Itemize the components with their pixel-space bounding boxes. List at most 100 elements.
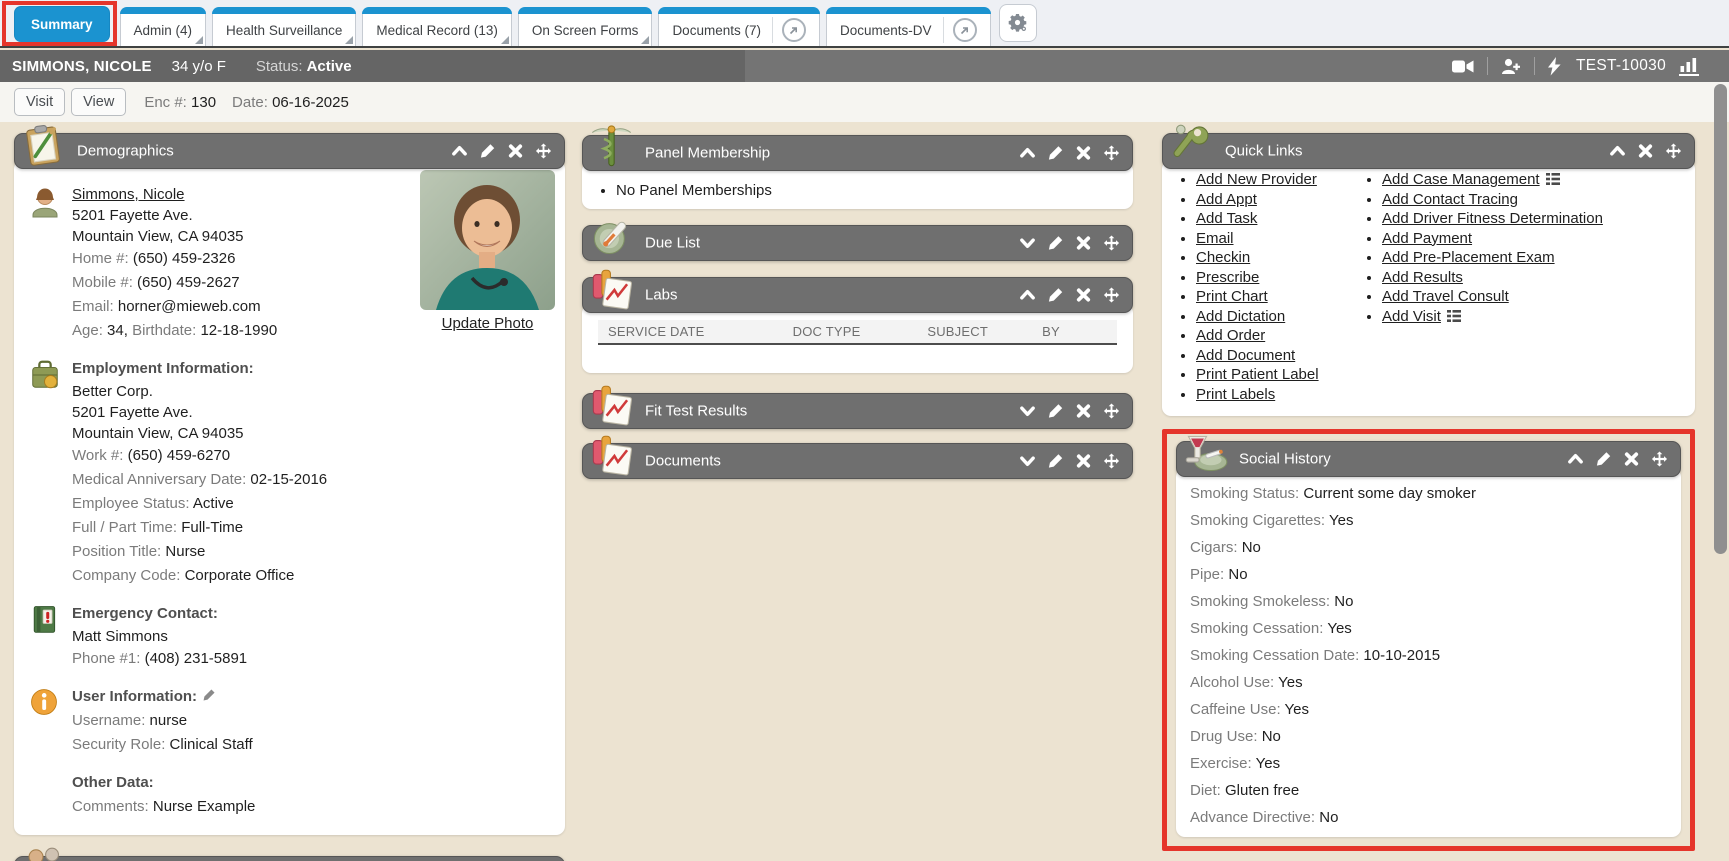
- popout-icon[interactable]: [782, 18, 806, 42]
- quick-link[interactable]: Add Driver Fitness Determination: [1382, 210, 1603, 227]
- quick-link[interactable]: Add Travel Consult: [1382, 288, 1509, 305]
- quick-link[interactable]: Add Visit: [1382, 308, 1441, 325]
- fit-test-header[interactable]: Fit Test Results: [582, 393, 1133, 429]
- tab-documents[interactable]: Documents (7): [658, 7, 820, 46]
- quick-link[interactable]: Add Case Management: [1382, 171, 1540, 188]
- tab-medical-record[interactable]: Medical Record (13): [362, 7, 512, 46]
- settings-gear-icon[interactable]: [999, 4, 1037, 42]
- quick-link[interactable]: Add New Provider: [1196, 171, 1317, 188]
- close-icon[interactable]: [1075, 403, 1092, 420]
- list-icon[interactable]: [1447, 310, 1461, 322]
- contacts-panel-header[interactable]: Contacts: [14, 856, 565, 861]
- quick-link[interactable]: Add Document: [1196, 347, 1295, 364]
- panel-actions: [1019, 287, 1120, 304]
- move-icon[interactable]: [1103, 287, 1120, 304]
- quick-link[interactable]: Prescribe: [1196, 269, 1259, 286]
- collapse-icon[interactable]: [1567, 451, 1584, 468]
- move-icon[interactable]: [1103, 403, 1120, 420]
- tab-admin[interactable]: Admin (4): [120, 7, 207, 46]
- close-icon[interactable]: [1075, 235, 1092, 252]
- flowsheet-chart-icon[interactable]: [1679, 57, 1699, 76]
- move-icon[interactable]: [1103, 235, 1120, 252]
- edit-user-info-icon[interactable]: [202, 688, 216, 702]
- quick-link[interactable]: Print Labels: [1196, 386, 1275, 403]
- quick-link[interactable]: Email: [1196, 230, 1234, 247]
- medical-anniversary: Medical Anniversary Date: 02-15-2016: [72, 468, 551, 492]
- move-icon[interactable]: [1665, 143, 1682, 160]
- close-icon[interactable]: [1075, 145, 1092, 162]
- visit-button[interactable]: Visit: [14, 88, 65, 116]
- move-icon[interactable]: [1103, 453, 1120, 470]
- status-value: Active: [307, 58, 352, 75]
- lightning-icon[interactable]: [1548, 57, 1561, 76]
- column-header[interactable]: DOC TYPE: [793, 324, 928, 339]
- social-history-header[interactable]: Social History: [1176, 441, 1681, 477]
- social-history-row: Alcohol Use: Yes: [1190, 669, 1667, 696]
- quick-links-column-2: Add Case Management Add Contact Tracing …: [1360, 170, 1687, 404]
- quick-link[interactable]: Print Chart: [1196, 288, 1268, 305]
- view-button[interactable]: View: [71, 88, 126, 116]
- close-icon[interactable]: [507, 143, 524, 160]
- popout-icon[interactable]: [953, 18, 977, 42]
- edit-icon[interactable]: [1047, 287, 1064, 304]
- quick-link[interactable]: Checkin: [1196, 249, 1250, 266]
- column-header[interactable]: SERVICE DATE: [608, 324, 793, 339]
- list-item: Prescribe: [1196, 268, 1360, 288]
- edit-icon[interactable]: [1047, 235, 1064, 252]
- panel-title: Social History: [1239, 451, 1331, 468]
- expand-icon[interactable]: [1019, 235, 1036, 252]
- quick-link[interactable]: Add Pre-Placement Exam: [1382, 249, 1555, 266]
- collapse-icon[interactable]: [1019, 287, 1036, 304]
- collapse-icon[interactable]: [1609, 143, 1626, 160]
- demographics-panel-header[interactable]: Demographics: [14, 133, 565, 169]
- quick-link[interactable]: Add Task: [1196, 210, 1257, 227]
- panel-actions: [1019, 453, 1120, 470]
- column-header[interactable]: BY: [1042, 324, 1107, 339]
- tab-on-screen-forms[interactable]: On Screen Forms: [518, 7, 653, 46]
- due-list-header[interactable]: Due List: [582, 225, 1133, 261]
- edit-icon[interactable]: [1595, 451, 1612, 468]
- quick-link[interactable]: Add Appt: [1196, 191, 1257, 208]
- divider: [1534, 57, 1535, 75]
- quick-link[interactable]: Add Order: [1196, 327, 1265, 344]
- column-header[interactable]: SUBJECT: [927, 324, 1042, 339]
- quick-link[interactable]: Add Dictation: [1196, 308, 1285, 325]
- vertical-scrollbar[interactable]: [1714, 84, 1727, 554]
- quick-link[interactable]: Add Results: [1382, 269, 1463, 286]
- close-icon[interactable]: [1075, 287, 1092, 304]
- expand-icon[interactable]: [1019, 453, 1036, 470]
- employee-status: Employee Status: Active: [72, 492, 551, 516]
- quick-link[interactable]: Add Contact Tracing: [1382, 191, 1518, 208]
- edit-icon[interactable]: [1047, 453, 1064, 470]
- patient-name-link[interactable]: Simmons, Nicole: [72, 186, 185, 203]
- tab-health-surveillance[interactable]: Health Surveillance: [212, 7, 356, 46]
- add-person-icon[interactable]: [1501, 58, 1521, 75]
- collapse-icon[interactable]: [451, 143, 468, 160]
- move-icon[interactable]: [1103, 145, 1120, 162]
- tab-summary[interactable]: Summary: [14, 6, 110, 42]
- labs-header[interactable]: Labs: [582, 277, 1133, 313]
- quick-links-header[interactable]: Quick Links: [1162, 133, 1695, 169]
- list-item: Add Dictation: [1196, 307, 1360, 327]
- close-icon[interactable]: [1637, 143, 1654, 160]
- panel-membership-header[interactable]: Panel Membership: [582, 135, 1133, 171]
- list-icon[interactable]: [1546, 173, 1560, 185]
- expand-icon[interactable]: [1019, 403, 1036, 420]
- section-heading: User Information:: [72, 685, 551, 709]
- move-icon[interactable]: [1651, 451, 1668, 468]
- close-icon[interactable]: [1623, 451, 1640, 468]
- panel-title: Labs: [645, 287, 678, 304]
- tab-documents-label: Documents (7): [672, 23, 761, 38]
- social-history-row: Drug Use: No: [1190, 723, 1667, 750]
- quick-link[interactable]: Add Payment: [1382, 230, 1472, 247]
- video-camera-icon[interactable]: [1452, 59, 1474, 74]
- documents-header[interactable]: Documents: [582, 443, 1133, 479]
- quick-link[interactable]: Print Patient Label: [1196, 366, 1319, 383]
- edit-icon[interactable]: [1047, 403, 1064, 420]
- tab-documents-dv[interactable]: Documents-DV: [826, 7, 991, 46]
- close-icon[interactable]: [1075, 453, 1092, 470]
- collapse-icon[interactable]: [1019, 145, 1036, 162]
- move-icon[interactable]: [535, 143, 552, 160]
- edit-icon[interactable]: [479, 143, 496, 160]
- edit-icon[interactable]: [1047, 145, 1064, 162]
